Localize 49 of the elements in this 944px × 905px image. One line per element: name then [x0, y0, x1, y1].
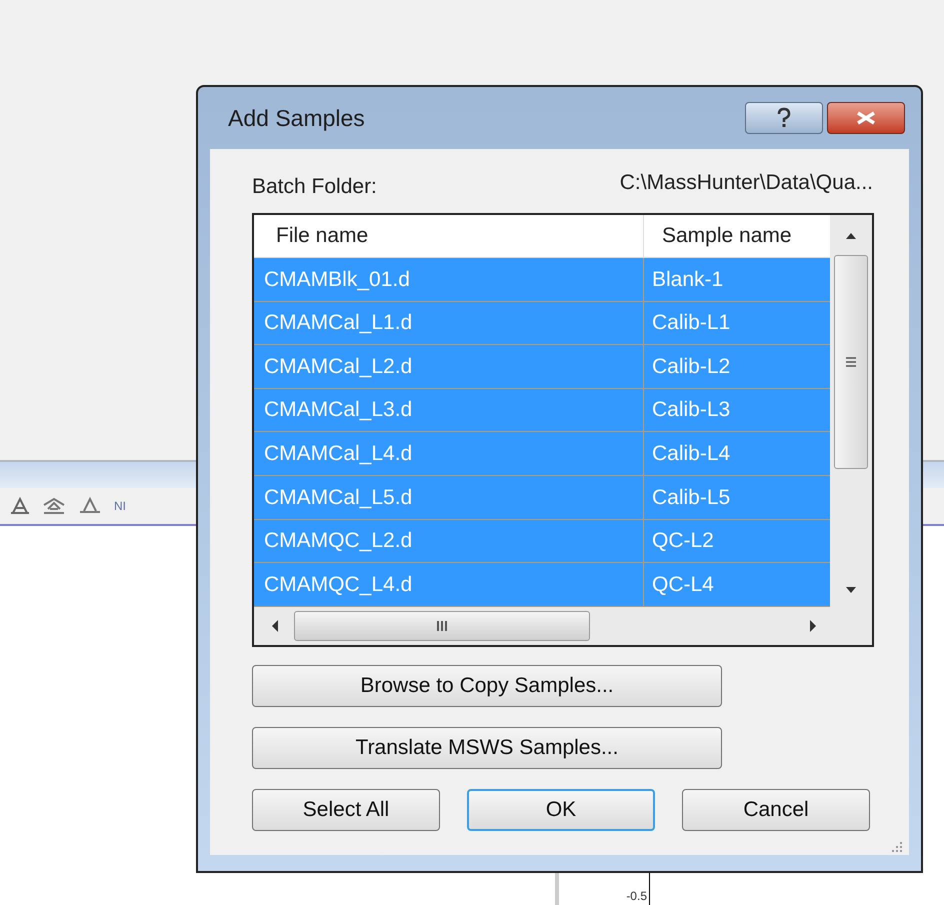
table-row[interactable]: CMAMCal_L1.d Calib-L1: [254, 302, 830, 346]
table-cell-text: Calib-L4: [651, 440, 732, 467]
table-cell-text: QC-L4: [651, 572, 715, 598]
table-cell: CMAMCal_L1.d: [254, 302, 644, 344]
dialog-button[interactable]: Cancel: [682, 789, 870, 831]
batch-folder-path: C:\MassHunter\Data\Qua...: [620, 170, 873, 196]
table-row[interactable]: CMAMBlk_01.d Blank-1: [254, 258, 830, 302]
column-header[interactable]: Sample name: [644, 215, 830, 257]
table-cell: CMAMCal_L3.d: [254, 388, 644, 432]
table-row[interactable]: CMAMCal_L5.d Calib-L5: [254, 476, 830, 520]
dialog-button[interactable]: Select All: [252, 789, 440, 831]
table-row[interactable]: CMAMCal_L4.d Calib-L4: [254, 432, 830, 476]
table-cell-text: QC-L2: [651, 528, 715, 554]
dialog-button[interactable]: OK: [467, 789, 655, 831]
table-cell: CMAMCal_L5.d: [254, 476, 644, 519]
table-cell-text: Blank-1: [651, 266, 724, 293]
text-style-icon[interactable]: [10, 497, 30, 515]
scrollbar-thumb[interactable]: [294, 611, 590, 641]
grip-icon: [436, 620, 448, 632]
table-cell: CMAMCal_L4.d: [254, 432, 644, 475]
close-icon: [855, 111, 877, 125]
column-header[interactable]: File name: [254, 215, 644, 257]
table-cell-text: Calib-L1: [651, 310, 732, 336]
dialog-button[interactable]: Translate MSWS Samples...: [252, 727, 722, 769]
table-row[interactable]: CMAMQC_L2.d QC-L2: [254, 520, 830, 564]
text-style-icon[interactable]: [42, 497, 66, 515]
text-style-icon[interactable]: [78, 497, 102, 515]
table-cell-text: Calib-L5: [651, 484, 732, 511]
table-cell: CMAMQC_L4.d: [254, 563, 644, 606]
close-button[interactable]: [827, 102, 905, 134]
table-cell-text: Calib-L2: [651, 354, 732, 380]
toolbar-label[interactable]: NI: [114, 497, 126, 515]
dialog-button[interactable]: Browse to Copy Samples...: [252, 665, 722, 707]
batch-folder-label: Batch Folder:: [252, 174, 377, 200]
help-icon: [776, 107, 792, 129]
table-cell: CMAMBlk_01.d: [254, 258, 644, 301]
axis-tick-label: -0.5: [626, 888, 648, 905]
help-button[interactable]: [745, 102, 823, 134]
scrollbar-thumb[interactable]: [834, 255, 868, 469]
table-cell: CMAMCal_L2.d: [254, 345, 644, 388]
table-row[interactable]: CMAMCal_L2.d Calib-L2: [254, 345, 830, 389]
window-title: Add Samples: [228, 104, 365, 133]
table-row[interactable]: CMAMCal_L3.d Calib-L3: [254, 388, 830, 432]
vertical-scrollbar[interactable]: [830, 215, 872, 607]
table-cell-text: Calib-L3: [651, 397, 732, 424]
table-cell: CMAMQC_L2.d: [254, 520, 644, 562]
resize-grip-icon[interactable]: [891, 841, 903, 853]
grip-icon: [845, 357, 857, 367]
table-row[interactable]: CMAMQC_L4.d QC-L4: [254, 563, 830, 607]
